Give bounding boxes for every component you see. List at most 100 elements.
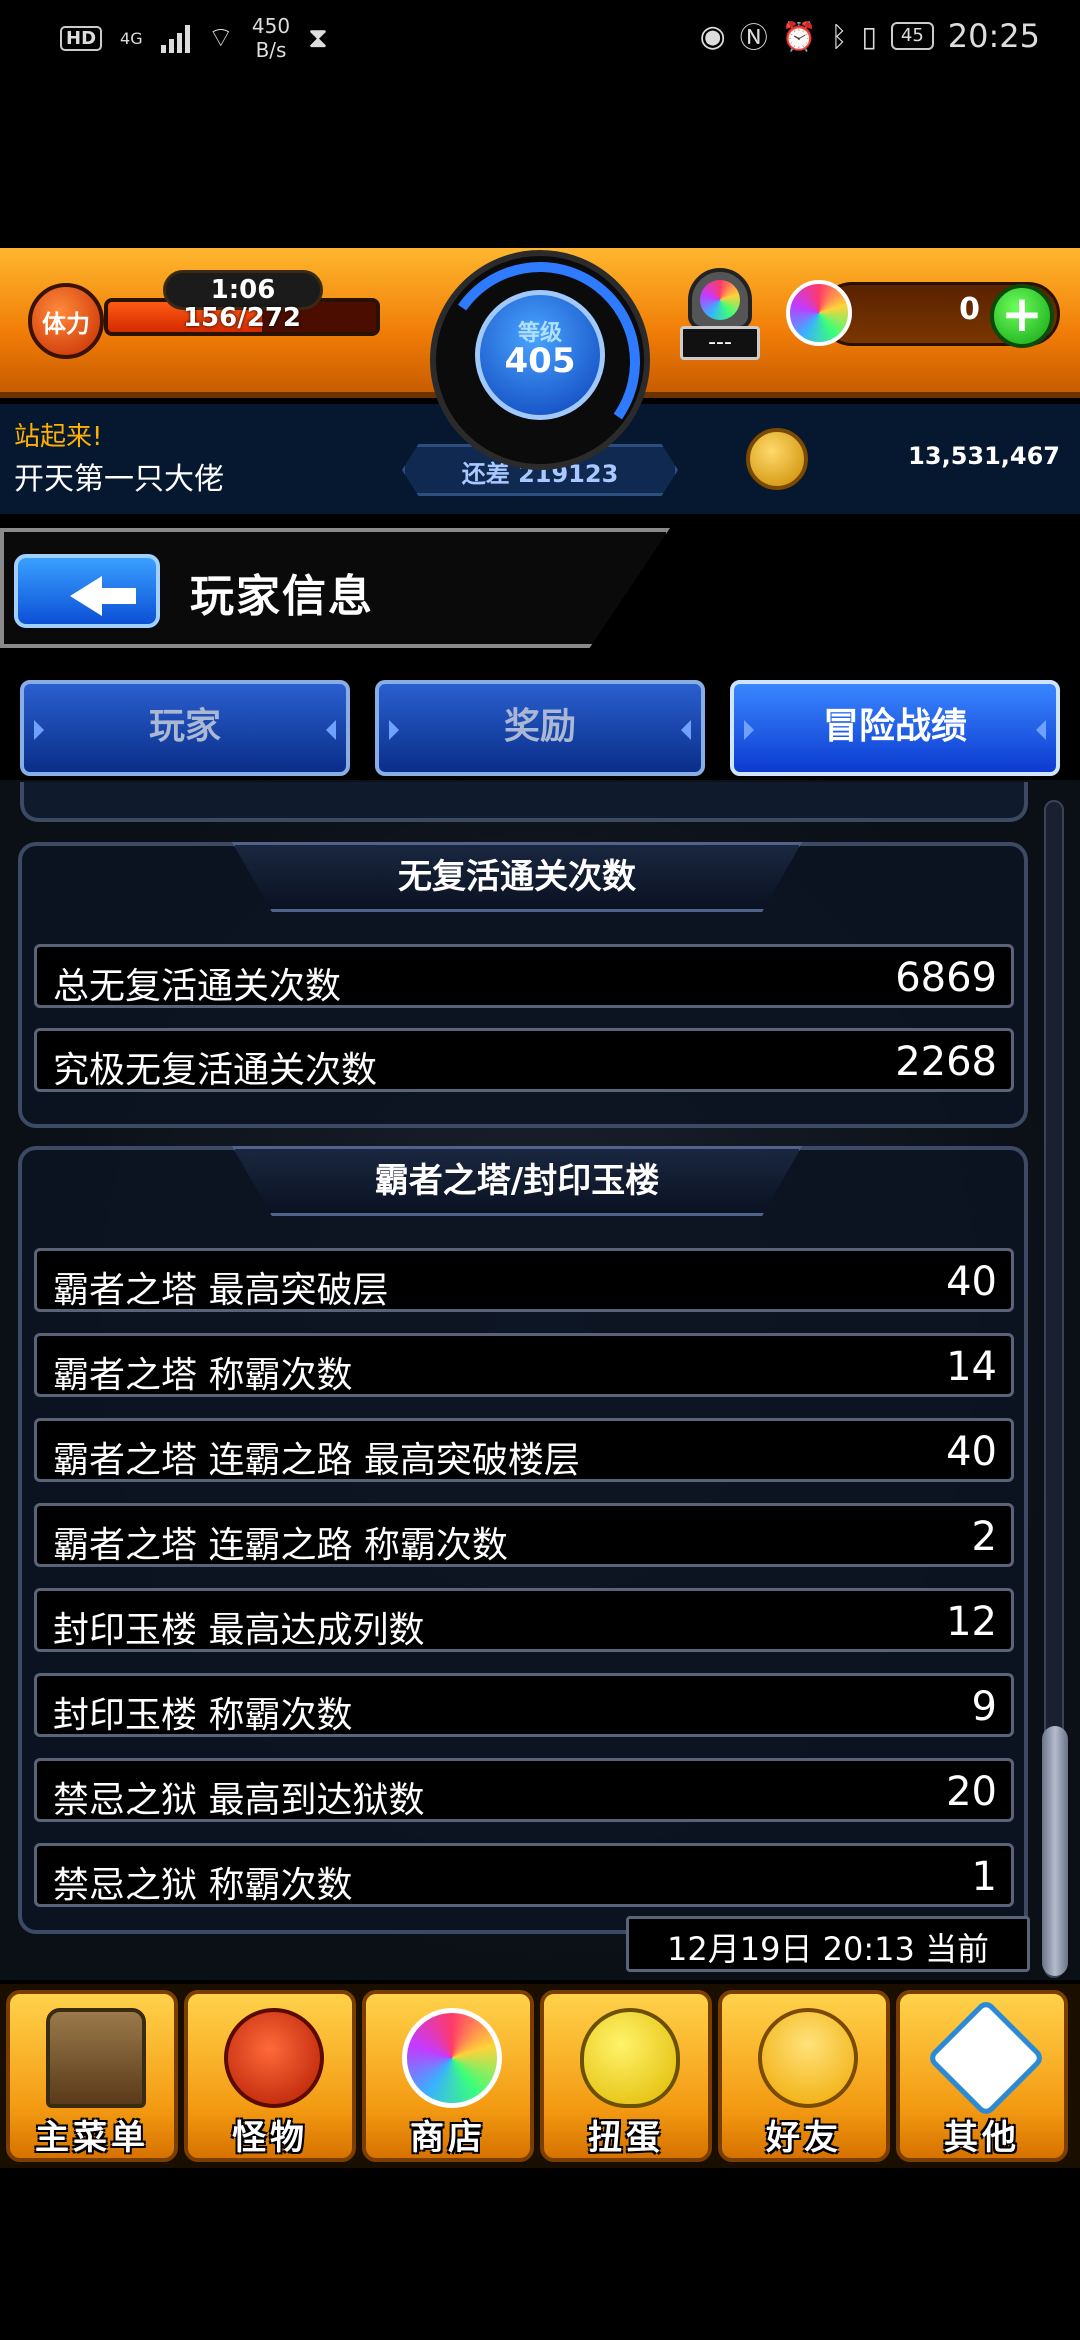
player-name: 开天第一只大佬 [14, 462, 224, 497]
rainbow-orb-icon [786, 280, 852, 346]
friends-icon [758, 2008, 858, 2108]
gold-coin-icon [746, 428, 808, 490]
panel-no-revive-title: 无复活通关次数 [232, 842, 802, 912]
chevron-right-icon [681, 720, 691, 740]
stat-label: 总无复活通关次数 [53, 966, 342, 1007]
wifi-icon: ⌔ [207, 20, 234, 54]
chevron-right-icon [326, 720, 336, 740]
tab-player[interactable]: 玩家 [20, 680, 350, 776]
stat-label: 禁忌之狱 最高到达狱数 [53, 1780, 425, 1821]
navigation-bar-area [0, 2168, 1080, 2340]
nav-friends[interactable]: 好友 [718, 1990, 890, 2162]
list-item: 霸者之塔 称霸次数 14 [34, 1333, 1014, 1397]
panel-tower-title: 霸者之塔/封印玉楼 [232, 1146, 802, 1216]
egg-icon [580, 2008, 680, 2108]
chevron-right-icon [1036, 720, 1046, 740]
coin-count: 13,531,467 [908, 442, 1060, 470]
chevron-left-icon [389, 720, 399, 740]
egg-machine-icon[interactable]: --- [680, 268, 760, 364]
network-speed-unit: B/s [255, 38, 287, 62]
tab-rewards[interactable]: 奖励 [375, 680, 705, 776]
stat-value: 9 [971, 1684, 997, 1730]
tab-rewards-label: 奖励 [503, 706, 576, 747]
nav-label: 商店 [410, 2118, 486, 2158]
monster-icon [224, 2008, 324, 2108]
orb-count: 0 [959, 292, 980, 327]
stat-label: 霸者之塔 最高突破层 [53, 1270, 389, 1311]
eye-icon: ◉ [699, 18, 726, 54]
list-item: 霸者之塔 连霸之路 最高突破楼层 40 [34, 1418, 1014, 1482]
back-button[interactable] [14, 554, 160, 628]
egg-machine-label: --- [680, 326, 760, 360]
nav-label: 主菜单 [35, 2118, 149, 2158]
stat-value: 1 [971, 1854, 997, 1900]
scrollbar-thumb[interactable] [1042, 1726, 1068, 1976]
stat-value: 40 [946, 1429, 997, 1475]
page-title: 玩家信息 [190, 571, 374, 622]
tab-adventure-record[interactable]: 冒险战绩 [730, 680, 1060, 776]
vibrate-icon: ▯ [861, 19, 877, 53]
nav-main-menu[interactable]: 主菜单 [6, 1990, 178, 2162]
rainbow-egg-icon [700, 280, 740, 320]
stat-value: 40 [946, 1259, 997, 1305]
stat-label: 封印玉楼 最高达成列数 [53, 1610, 425, 1651]
back-arrow-shaft [100, 588, 136, 604]
buy-orbs-button[interactable]: + [990, 284, 1054, 348]
tab-adventure-record-label: 冒险战绩 [822, 706, 967, 747]
stat-value: 2268 [895, 1039, 997, 1085]
nfc-icon: Ⓝ [739, 21, 768, 54]
stat-value: 12 [946, 1599, 997, 1645]
nav-other[interactable]: 其他 [896, 1990, 1068, 2162]
nav-label: 扭蛋 [588, 2118, 664, 2158]
tab-player-label: 玩家 [148, 706, 221, 747]
data-timestamp: 12月19日 20:13 当前 [666, 1930, 989, 1968]
stat-label: 霸者之塔 连霸之路 最高突破楼层 [53, 1440, 580, 1481]
stat-value: 2 [971, 1514, 997, 1560]
stat-value: 14 [946, 1344, 997, 1390]
level-badge[interactable]: 等级 405 [475, 290, 605, 420]
nav-label: 怪物 [232, 2118, 308, 2158]
list-item: 霸者之塔 连霸之路 称霸次数 2 [34, 1503, 1014, 1567]
network-speed-value: 450 [251, 14, 291, 38]
list-item: 封印玉楼 最高达成列数 12 [34, 1588, 1014, 1652]
stamina-value: 156/272 [182, 303, 302, 333]
signal-icon [160, 23, 190, 53]
back-arrow-icon [70, 576, 102, 616]
network-type: 4G [120, 28, 143, 48]
list-item: 霸者之塔 最高突破层 40 [34, 1248, 1014, 1312]
level-value: 405 [504, 341, 576, 381]
nav-monsters[interactable]: 怪物 [184, 1990, 356, 2162]
list-item: 禁忌之狱 最高到达狱数 20 [34, 1758, 1014, 1822]
nav-gacha[interactable]: 扭蛋 [540, 1990, 712, 2162]
nav-label: 其他 [944, 2118, 1020, 2158]
status-bar-left: HD 4G ⌔ 450 B/s ⧗ [60, 14, 328, 62]
alarm-icon: ⏰ [781, 19, 817, 53]
stat-label: 禁忌之狱 称霸次数 [53, 1865, 353, 1906]
nav-label: 好友 [766, 2118, 842, 2158]
gate-icon [46, 2008, 146, 2108]
stat-label: 封印玉楼 称霸次数 [53, 1695, 353, 1736]
chevron-left-icon [34, 720, 44, 740]
network-speed: 450 B/s [252, 14, 290, 62]
orb-icon [402, 2008, 502, 2108]
chevron-left-icon [744, 720, 754, 740]
list-item: 总无复活通关次数 6869 [34, 944, 1014, 1008]
list-item: 禁忌之狱 称霸次数 1 [34, 1843, 1014, 1907]
list-item: 封印玉楼 称霸次数 9 [34, 1673, 1014, 1737]
battery-icon: 45 [890, 22, 934, 50]
player-status-text: 站起来! [14, 422, 103, 452]
question-icon [925, 1997, 1047, 2119]
status-bar-right: ◉ Ⓝ ⏰ ᛒ ▯ 45 20:25 [700, 16, 1040, 56]
stat-label: 霸者之塔 连霸之路 称霸次数 [53, 1525, 508, 1566]
nav-shop[interactable]: 商店 [362, 1990, 534, 2162]
stat-label: 霸者之塔 称霸次数 [53, 1355, 353, 1396]
hd-indicator: HD [60, 25, 103, 51]
status-bar: HD 4G ⌔ 450 B/s ⧗ ◉ Ⓝ ⏰ ᛒ ▯ 45 20:25 [0, 0, 1080, 80]
list-item: 究极无复活通关次数 2268 [34, 1028, 1014, 1092]
stat-value: 6869 [895, 955, 997, 1001]
previous-panel-edge [20, 782, 1028, 822]
clock: 20:25 [947, 17, 1040, 55]
stat-label: 究极无复活通关次数 [53, 1050, 378, 1091]
stat-value: 20 [946, 1769, 997, 1815]
stamina-icon: 体力 [28, 283, 104, 359]
